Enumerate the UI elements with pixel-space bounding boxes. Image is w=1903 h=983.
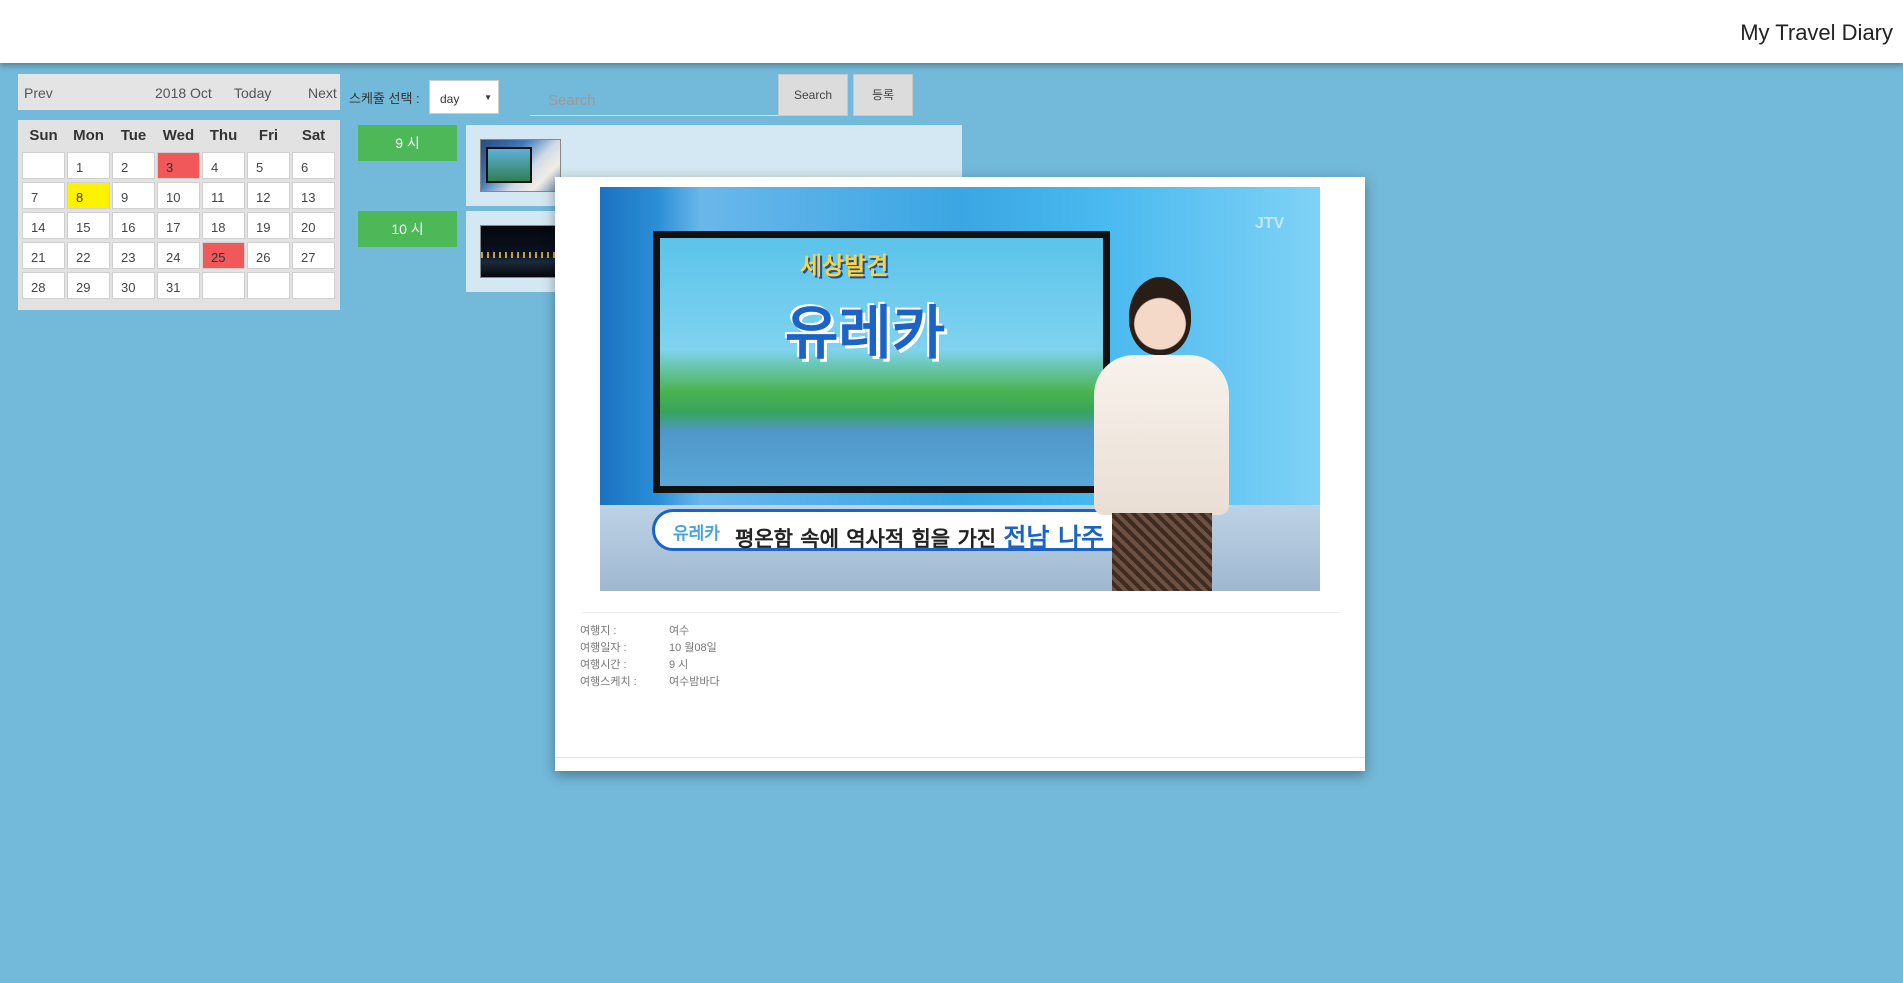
calendar-day-3[interactable]: 3 [157, 152, 200, 179]
calendar-day-4[interactable]: 4 [202, 152, 245, 179]
city-lights [481, 252, 560, 258]
calendar-day-17[interactable]: 17 [157, 212, 200, 239]
calendar-week-row: 123456 [22, 152, 338, 179]
calendar-day-26[interactable]: 26 [247, 242, 290, 269]
caption-text: 평온함 속에 역사적 힘을 가진 [735, 527, 997, 551]
calendar-day-empty [22, 152, 65, 179]
channel-logo: JTV [1255, 215, 1285, 232]
info-row: 여행스케치 : 여수밤바다 [580, 674, 720, 691]
calendar-day-11[interactable]: 11 [202, 182, 245, 209]
show-title: 유레카 [785, 299, 946, 367]
weekday-label: Wed [162, 127, 195, 144]
calendar-body: 1 2 3 4 5 6 7 8 9 10 11 12 13 14 15 16 17 18 19 20 21 22 23 24 2… [20, 152, 338, 299]
calendar-day-6[interactable]: 6 [292, 152, 335, 179]
info-label: 여행스케치 : [580, 676, 637, 688]
current-month-label: 2018 Oct [155, 85, 212, 101]
weekday-label: Sun [29, 127, 58, 144]
calendar-day-21[interactable]: 21 [22, 242, 65, 269]
info-value: 여수 [669, 625, 690, 637]
calendar-day-5[interactable]: 5 [247, 152, 290, 179]
weekday-label: Fri [258, 127, 279, 144]
weekday-label: Thu [209, 127, 238, 144]
calendar-day-2[interactable]: 2 [112, 152, 155, 179]
caption-logo: 유레카 [673, 524, 720, 544]
weekday-header: Sun Mon Tue Wed Thu Fri Sat [22, 122, 338, 149]
hour-label-9: 9 시 [358, 125, 457, 161]
show-subtitle: 세상발견 [800, 252, 889, 280]
info-label: 여행일자 : [580, 642, 627, 654]
calendar-day-31[interactable]: 31 [157, 272, 200, 299]
calendar-day-12[interactable]: 12 [247, 182, 290, 209]
calendar-day-empty [202, 272, 245, 299]
schedule-select-label: 스케쥴 선택 : [349, 91, 420, 106]
modal-divider [582, 612, 1340, 613]
travel-info: 여행지 : 여수 여행일자 : 10 월08일 여행시간 : 9 시 여행스케치… [580, 623, 720, 691]
info-row: 여행시간 : 9 시 [580, 657, 720, 674]
tv-screen: 세상발견 유레카 [653, 231, 1110, 493]
info-value: 10 월08일 [669, 642, 717, 654]
calendar-day-9[interactable]: 9 [112, 182, 155, 209]
app-title[interactable]: My Travel Diary [1740, 20, 1893, 46]
calendar-day-28[interactable]: 28 [22, 272, 65, 299]
info-label: 여행시간 : [580, 659, 627, 671]
calendar-week-row: 21 22 23 24 25 26 27 [22, 242, 338, 269]
prev-month-button[interactable]: Prev [24, 85, 53, 101]
calendar-day-24[interactable]: 24 [157, 242, 200, 269]
calendar-day-29[interactable]: 29 [67, 272, 110, 299]
presenter-body [1094, 355, 1229, 515]
calendar-day-19[interactable]: 19 [247, 212, 290, 239]
calendar-day-16[interactable]: 16 [112, 212, 155, 239]
calendar-day-14[interactable]: 14 [22, 212, 65, 239]
calendar-day-1[interactable]: 1 [67, 152, 110, 179]
calendar-day-25[interactable]: 25 [202, 242, 245, 269]
calendar-day-empty [247, 272, 290, 299]
weekday-label: Tue [120, 127, 147, 144]
calendar-week-row: 14 15 16 17 18 19 20 [22, 212, 338, 239]
caption-banner: 유레카 평온함 속에 역사적 힘을 가진 전남 나주 [652, 509, 1132, 552]
info-row: 여행일자 : 10 월08일 [580, 640, 720, 657]
weekday-label: Sat [301, 127, 326, 144]
calendar-day-10[interactable]: 10 [157, 182, 200, 209]
search-input[interactable] [530, 78, 778, 116]
tv-screen-content: 세상발견 유레카 [660, 238, 1103, 486]
next-month-button[interactable]: Next [308, 85, 337, 101]
thumbnail-screen [486, 147, 532, 183]
info-row: 여행지 : 여수 [580, 623, 720, 640]
today-button[interactable]: Today [234, 85, 271, 101]
calendar-day-13[interactable]: 13 [292, 182, 335, 209]
calendar-day-18[interactable]: 18 [202, 212, 245, 239]
view-select-value: day [440, 92, 460, 106]
travel-photo: JTV 세상발견 유레카 유레카 평온함 속에 역사적 힘을 가진 전남 나주 [600, 187, 1320, 591]
top-bar: My Travel Diary [0, 0, 1903, 63]
info-value: 9 시 [669, 659, 689, 671]
info-label: 여행지 : [580, 625, 617, 637]
calendar-day-20[interactable]: 20 [292, 212, 335, 239]
hour-label-10: 10 시 [358, 211, 457, 247]
presenter-head [1129, 277, 1191, 355]
register-button[interactable]: 등록 [853, 74, 913, 116]
tv-show-thumbnail[interactable] [480, 139, 561, 192]
calendar-day-8[interactable]: 8 [67, 182, 110, 209]
calendar-day-15[interactable]: 15 [67, 212, 110, 239]
weekday-label: Mon [73, 127, 104, 144]
calendar: Sun Mon Tue Wed Thu Fri Sat 1 2 3 4 5 6 7 8 9 10 1… [18, 120, 340, 310]
calendar-day-27[interactable]: 27 [292, 242, 335, 269]
calendar-day-22[interactable]: 22 [67, 242, 110, 269]
calendar-week-row: 7 8 9 10 11 12 13 [22, 182, 338, 209]
calendar-day-30[interactable]: 30 [112, 272, 155, 299]
presenter [1074, 277, 1244, 591]
calendar-week-row: 28 29 30 31 [22, 272, 338, 299]
view-select[interactable]: day ▼ [429, 80, 499, 114]
detail-modal: JTV 세상발견 유레카 유레카 평온함 속에 역사적 힘을 가진 전남 나주 … [555, 177, 1365, 771]
calendar-nav: Prev 2018 Oct Today Next [18, 74, 340, 110]
presenter-skirt [1112, 513, 1212, 591]
calendar-day-empty [292, 272, 335, 299]
calendar-day-23[interactable]: 23 [112, 242, 155, 269]
night-view-thumbnail[interactable] [480, 225, 561, 278]
calendar-day-7[interactable]: 7 [22, 182, 65, 209]
info-value: 여수밤바다 [669, 676, 720, 688]
caret-down-icon: ▼ [484, 93, 492, 102]
modal-footer-line [555, 757, 1365, 758]
search-button[interactable]: Search [778, 74, 848, 116]
